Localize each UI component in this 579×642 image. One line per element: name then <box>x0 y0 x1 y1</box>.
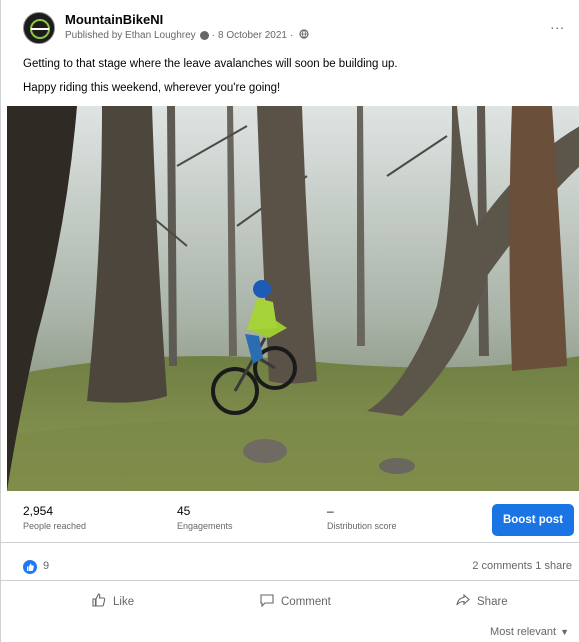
comment-icon <box>259 592 281 611</box>
sort-label: Most relevant <box>490 626 557 638</box>
comments-count[interactable]: 2 comments <box>472 560 532 572</box>
people-reached-stat[interactable]: 2,954 People reached <box>23 504 86 531</box>
page-avatar[interactable] <box>23 12 55 44</box>
engagements-label: Engagements <box>177 521 233 531</box>
engagements-value: 45 <box>177 504 191 518</box>
comment-button[interactable]: Comment <box>259 592 331 611</box>
more-options-button[interactable]: ... <box>550 16 565 32</box>
reaction-count[interactable]: 9 <box>43 560 49 572</box>
distribution-label: Distribution score <box>327 521 397 531</box>
engagements-stat[interactable]: 45 Engagements <box>177 504 233 531</box>
like-button[interactable]: Like <box>91 592 134 611</box>
globe-icon <box>299 29 309 42</box>
distribution-stat[interactable]: – Distribution score <box>327 504 397 531</box>
post-actions: Like Comment Share <box>1 584 579 620</box>
caret-down-icon: ▼ <box>560 627 569 637</box>
shares-count[interactable]: 1 share <box>535 560 572 572</box>
boost-post-button[interactable]: Boost post <box>492 504 574 536</box>
share-button[interactable]: Share <box>455 592 508 611</box>
reactions-row: 9 2 comments 1 share <box>1 550 579 581</box>
post-header: MountainBikeNI Published by Ethan Loughr… <box>23 10 565 46</box>
page-name[interactable]: MountainBikeNI <box>65 12 163 27</box>
post-text-line-1: Getting to that stage where the leave av… <box>23 58 398 70</box>
post-card: MountainBikeNI Published by Ethan Loughr… <box>0 0 579 642</box>
info-icon <box>199 31 209 40</box>
post-date[interactable]: 8 October 2021 <box>218 30 287 41</box>
like-reaction-icon <box>23 560 37 574</box>
comments-shares-summary: 2 comments 1 share <box>472 560 572 572</box>
comment-sort-dropdown[interactable]: Most relevant ▼ <box>490 626 569 638</box>
people-reached-label: People reached <box>23 521 87 531</box>
published-by: Published by Ethan Loughrey <box>65 30 196 41</box>
share-arrow-icon <box>455 592 477 611</box>
distribution-value: – <box>327 504 334 518</box>
post-meta: Published by Ethan Loughrey · 8 October … <box>65 29 309 42</box>
share-label: Share <box>477 595 508 608</box>
like-label: Like <box>113 595 135 608</box>
thumbs-up-icon <box>91 592 113 611</box>
people-reached-value: 2,954 <box>23 504 54 518</box>
post-image[interactable] <box>7 106 579 491</box>
post-text-line-2: Happy riding this weekend, wherever you'… <box>23 82 281 94</box>
comment-label: Comment <box>281 595 331 608</box>
